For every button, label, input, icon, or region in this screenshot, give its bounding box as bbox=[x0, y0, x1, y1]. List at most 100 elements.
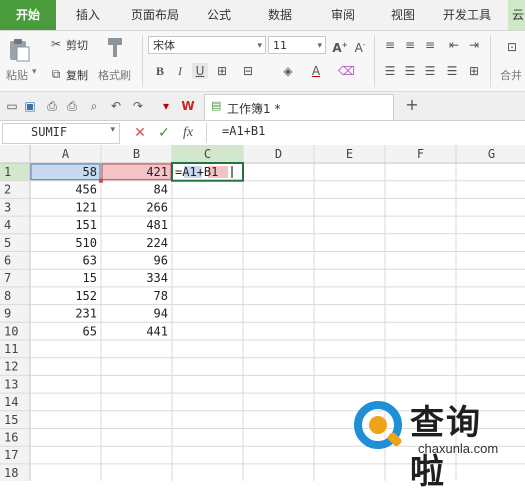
strikethrough-icon[interactable]: ⊟ bbox=[240, 63, 256, 79]
cell-a7: 15 bbox=[83, 271, 97, 285]
column-header-d: D bbox=[275, 147, 282, 161]
cell-a2: 456 bbox=[75, 183, 97, 197]
column-header-g: G bbox=[488, 147, 495, 161]
cell-b4: 481 bbox=[146, 218, 168, 232]
tab-cloud[interactable]: 云 bbox=[508, 0, 525, 30]
undo-icon[interactable]: ↶ bbox=[108, 98, 124, 114]
tab-insert[interactable]: 插入 bbox=[62, 0, 114, 30]
tab-view[interactable]: 视图 bbox=[380, 0, 426, 30]
cancel-edit-button[interactable]: ✕ bbox=[132, 125, 148, 141]
font-name-value: 宋体 bbox=[153, 39, 175, 52]
cell-a4: 151 bbox=[75, 218, 97, 232]
align-right-icon[interactable]: ☰ bbox=[422, 63, 438, 79]
row-header-10: 10 bbox=[4, 324, 18, 338]
tab-developer[interactable]: 开发工具 bbox=[436, 0, 498, 30]
tab-home[interactable]: 开始 bbox=[0, 0, 56, 30]
cell-b3: 266 bbox=[146, 200, 168, 214]
column-header-bar bbox=[0, 145, 525, 163]
cut-button[interactable]: 剪切 bbox=[66, 37, 88, 53]
font-color-icon[interactable]: A bbox=[308, 63, 324, 79]
cell-b9: 94 bbox=[154, 307, 168, 321]
row-header-5: 5 bbox=[4, 236, 11, 250]
fill-color-icon[interactable]: ◈ bbox=[280, 63, 296, 79]
paste-button[interactable] bbox=[6, 37, 32, 63]
copy-button[interactable]: 复制 bbox=[66, 67, 88, 83]
column-header-a: A bbox=[62, 147, 70, 161]
row-header-2: 2 bbox=[4, 183, 11, 197]
font-name-select[interactable]: 宋体 ▾ bbox=[148, 36, 266, 54]
cell-b5: 224 bbox=[146, 236, 168, 250]
row-header-18: 18 bbox=[4, 466, 18, 480]
column-header-e: E bbox=[346, 147, 353, 161]
distributed-icon[interactable]: ⊞ bbox=[466, 63, 482, 79]
align-top-icon[interactable]: ≡ bbox=[382, 37, 398, 53]
bold-button[interactable]: B bbox=[152, 63, 168, 79]
row-header-14: 14 bbox=[4, 395, 18, 409]
fill-handle-a1 bbox=[99, 178, 103, 183]
underline-button[interactable]: U bbox=[192, 63, 208, 79]
column-header-f: F bbox=[417, 147, 424, 161]
watermark: 查询啦 chaxunla.com bbox=[352, 395, 517, 492]
align-center-icon[interactable]: ☰ bbox=[402, 63, 418, 79]
merge-button[interactable]: 合并 bbox=[500, 67, 522, 83]
format-painter-icon bbox=[102, 35, 128, 59]
name-box[interactable]: SUMIF ▾ bbox=[2, 123, 120, 144]
row-header-11: 11 bbox=[4, 342, 18, 356]
cell-b10: 441 bbox=[146, 324, 168, 338]
cell-b1: 421 bbox=[146, 165, 168, 179]
tab-review[interactable]: 审阅 bbox=[320, 0, 366, 30]
justify-icon[interactable]: ☰ bbox=[444, 63, 460, 79]
align-middle-icon[interactable]: ≡ bbox=[402, 37, 418, 53]
wps-logo-icon[interactable]: W bbox=[180, 98, 196, 114]
paste-icon bbox=[10, 39, 30, 62]
confirm-edit-button[interactable]: ✓ bbox=[156, 125, 172, 141]
clear-format-icon[interactable]: ⌫ bbox=[338, 63, 355, 79]
paste-label: 粘贴 bbox=[6, 69, 28, 82]
font-size-select[interactable]: 11 ▾ bbox=[268, 36, 326, 54]
column-header-c: C bbox=[204, 147, 211, 161]
document-tab[interactable]: ▤ 工作簿1 * bbox=[204, 94, 394, 120]
insert-function-button[interactable]: fx bbox=[180, 125, 196, 141]
merge-icon[interactable]: ⊡ bbox=[504, 39, 520, 55]
row-header-12: 12 bbox=[4, 360, 18, 374]
open-folder-icon[interactable]: ▭ bbox=[4, 98, 20, 114]
cell-a10: 65 bbox=[83, 324, 97, 338]
increase-font-icon[interactable]: A+ bbox=[332, 37, 348, 55]
border-icon[interactable]: ⊞ bbox=[214, 63, 230, 79]
formula-input[interactable]: =A1+B1 bbox=[222, 124, 265, 138]
print-preview-icon[interactable]: ⌕ bbox=[86, 98, 102, 114]
cell-a5: 510 bbox=[75, 236, 97, 250]
align-bottom-icon[interactable]: ≡ bbox=[422, 37, 438, 53]
cell-a8: 152 bbox=[75, 289, 97, 303]
cell-a3: 121 bbox=[75, 200, 97, 214]
scissors-icon: ✂ bbox=[50, 37, 62, 51]
cell-b7: 334 bbox=[146, 271, 168, 285]
redo-icon[interactable]: ↷ bbox=[130, 98, 146, 114]
row-header-9: 9 bbox=[4, 307, 11, 321]
save-icon[interactable]: ▣ bbox=[22, 98, 38, 114]
indent-increase-icon[interactable]: ⇥ bbox=[466, 37, 482, 53]
cell-a1: 58 bbox=[83, 165, 97, 179]
copy-icon: ⧉ bbox=[51, 67, 61, 81]
row-header-4: 4 bbox=[4, 218, 11, 232]
watermark-logo bbox=[354, 401, 402, 449]
customize-dropdown-icon[interactable]: ▾ bbox=[158, 98, 174, 114]
export-icon[interactable]: ⎙ bbox=[44, 98, 60, 114]
watermark-url: chaxunla.com bbox=[418, 441, 499, 456]
row-header-17: 17 bbox=[4, 448, 18, 462]
row-header-15: 15 bbox=[4, 413, 18, 427]
tab-formulas[interactable]: 公式 bbox=[196, 0, 242, 30]
tab-data[interactable]: 数据 bbox=[257, 0, 303, 30]
align-left-icon[interactable]: ☰ bbox=[382, 63, 398, 79]
print-icon[interactable]: ⎙ bbox=[64, 98, 80, 114]
font-size-value: 11 bbox=[273, 39, 287, 52]
format-painter-button[interactable]: 格式刷 bbox=[98, 67, 131, 83]
indent-decrease-icon[interactable]: ⇤ bbox=[446, 37, 462, 53]
italic-button[interactable]: I bbox=[172, 63, 188, 79]
cell-a9: 231 bbox=[75, 307, 97, 321]
tab-page-layout[interactable]: 页面布局 bbox=[122, 0, 188, 30]
paste-dropdown-icon[interactable]: ▾ bbox=[32, 67, 37, 77]
new-tab-button[interactable]: + bbox=[404, 97, 420, 113]
decrease-font-icon[interactable]: A- bbox=[352, 37, 368, 55]
row-header-13: 13 bbox=[4, 377, 18, 391]
